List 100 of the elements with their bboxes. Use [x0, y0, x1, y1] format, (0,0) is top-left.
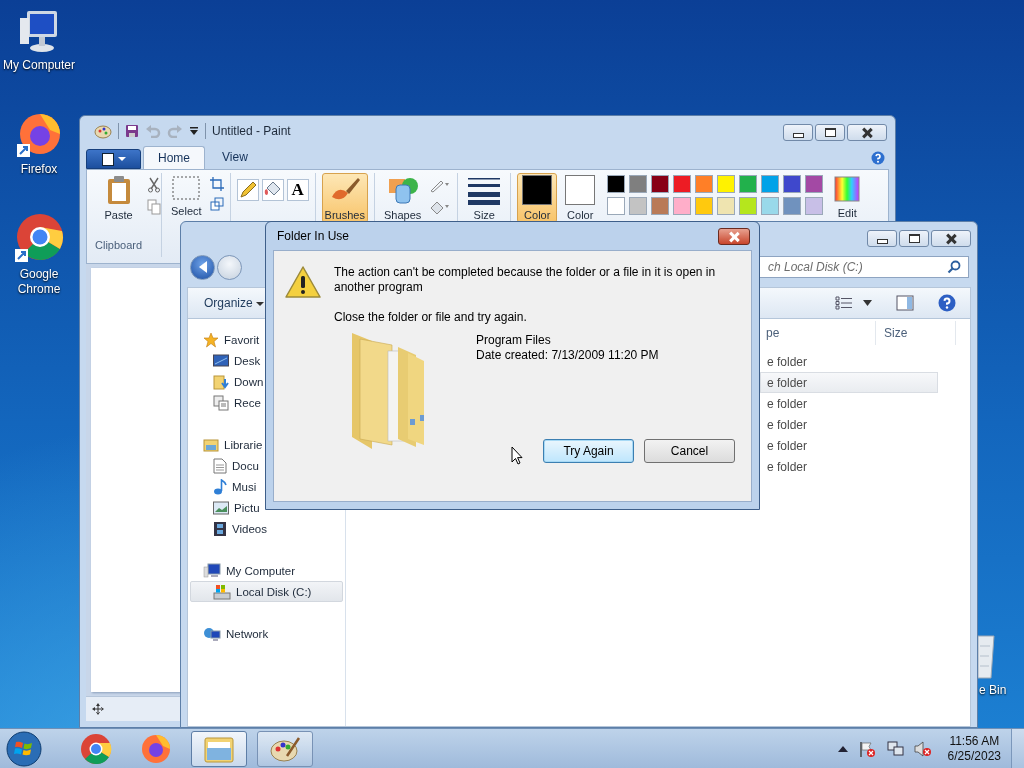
color-swatch[interactable]: [629, 197, 648, 215]
resize-icon[interactable]: [209, 197, 224, 211]
color-swatch[interactable]: [783, 175, 802, 193]
scissors-icon[interactable]: [147, 177, 162, 193]
file-row[interactable]: e folder: [760, 351, 938, 372]
computer-icon: [203, 562, 221, 579]
show-desktop-button[interactable]: [1011, 728, 1024, 768]
color-spectrum-icon: [833, 175, 862, 203]
view-list-icon[interactable]: [835, 296, 853, 310]
color-swatch[interactable]: [761, 197, 780, 215]
color-swatch[interactable]: [717, 197, 736, 215]
dialog-message: The action can't be completed because the folder or a file in it is open in another program: [334, 265, 717, 295]
color-swatch[interactable]: [783, 197, 802, 215]
help-icon[interactable]: [871, 150, 885, 165]
volume-muted-icon[interactable]: [913, 739, 932, 758]
download-folder-icon: [213, 373, 229, 390]
clipboard-icon: [105, 175, 132, 205]
maximize-button[interactable]: [899, 230, 929, 247]
color-swatch[interactable]: [629, 175, 648, 193]
size-button[interactable]: Size: [464, 173, 505, 223]
close-button[interactable]: [718, 228, 750, 245]
desktop-icon-label[interactable]: e Bin: [979, 683, 1007, 697]
start-button[interactable]: [5, 729, 43, 768]
taskbar-button[interactable]: [191, 730, 247, 767]
nav-item[interactable]: Videos: [190, 518, 343, 539]
color-swatch[interactable]: [607, 175, 626, 193]
color-swatch[interactable]: [651, 175, 670, 193]
color-swatch[interactable]: [805, 175, 824, 193]
chrome-icon[interactable]: [14, 213, 64, 263]
fill-bucket-icon[interactable]: [261, 179, 284, 201]
folder-name: Program Files: [476, 333, 552, 348]
color-swatch[interactable]: [673, 197, 692, 215]
caret-icon[interactable]: [863, 300, 872, 306]
network-icon[interactable]: [885, 739, 904, 758]
window-title: Untitled - Paint: [212, 124, 291, 138]
firefox-icon: [140, 732, 172, 765]
recycle-bin-icon[interactable]: [978, 632, 996, 680]
edit-colors-button[interactable]: Edit: [830, 173, 865, 221]
color-swatch[interactable]: [739, 175, 758, 193]
dialog-button[interactable]: Cancel: [644, 439, 735, 463]
file-row[interactable]: e folder: [760, 435, 938, 456]
clock-date[interactable]: 6/25/2023: [947, 748, 1001, 764]
action-center-flag-icon[interactable]: [857, 739, 876, 758]
select-button[interactable]: Select: [168, 173, 205, 219]
palette-icon[interactable]: [94, 123, 112, 139]
color-swatch[interactable]: [805, 197, 824, 215]
clock-time[interactable]: 11:56 AM: [949, 733, 1000, 749]
maximize-button[interactable]: [815, 124, 845, 141]
color-button[interactable]: Color: [517, 173, 558, 223]
show-hidden-icons-button[interactable]: [837, 744, 848, 753]
file-menu-button[interactable]: [86, 149, 141, 169]
file-row[interactable]: e folder: [760, 456, 938, 477]
color-swatch[interactable]: [673, 175, 692, 193]
text-tool-button[interactable]: A: [286, 179, 309, 201]
color-swatch[interactable]: [695, 175, 714, 193]
file-row[interactable]: e folder: [760, 372, 938, 393]
taskbar-button[interactable]: [257, 730, 313, 767]
brushes-button[interactable]: Brushes: [321, 173, 368, 223]
file-row[interactable]: e folder: [760, 414, 938, 435]
desktop-icon-label[interactable]: Firefox: [0, 162, 78, 177]
desktop-icon-label[interactable]: Google Chrome: [0, 267, 78, 297]
paste-button[interactable]: Paste: [101, 173, 136, 223]
file-row[interactable]: e folder: [760, 393, 938, 414]
help-icon[interactable]: [938, 294, 956, 312]
column-header[interactable]: Size: [876, 321, 956, 345]
document-icon: [213, 457, 227, 474]
search-icon[interactable]: [947, 260, 961, 274]
minimize-button[interactable]: [783, 124, 813, 141]
color-swatch[interactable]: [651, 197, 670, 215]
group-label: Clipboard: [95, 239, 143, 251]
color-swatch[interactable]: [695, 197, 714, 215]
crop-icon[interactable]: [209, 177, 224, 191]
color-swatch[interactable]: [739, 197, 758, 215]
back-button[interactable]: [190, 254, 215, 280]
color-swatch[interactable]: [607, 197, 626, 215]
nav-item[interactable]: My Computer: [190, 560, 343, 581]
desktop-icon: [213, 353, 229, 368]
dialog-button[interactable]: Try Again: [543, 439, 634, 463]
desktop-icon-label[interactable]: My Computer: [0, 58, 78, 73]
color-swatch[interactable]: [717, 175, 736, 193]
folder-date: Date created: 7/13/2009 11:20 PM: [476, 348, 659, 363]
color-swatch[interactable]: [761, 175, 780, 193]
preview-pane-icon[interactable]: [896, 295, 914, 311]
nav-item[interactable]: Local Disk (C:): [190, 581, 343, 602]
color-button[interactable]: Color: [560, 173, 601, 223]
ribbon-tab[interactable]: Home: [143, 146, 205, 170]
line-width-icon: [467, 175, 502, 205]
column-header[interactable]: pe: [766, 321, 876, 345]
save-icon[interactable]: [125, 124, 139, 138]
chrome-icon: [80, 732, 112, 765]
fill-icon[interactable]: [429, 199, 452, 215]
pencil-icon[interactable]: [236, 179, 259, 201]
dialog-title: Folder In Use: [276, 229, 350, 243]
close-button[interactable]: [931, 230, 971, 247]
nav-item[interactable]: Network: [190, 623, 343, 644]
ribbon-tab[interactable]: View: [207, 145, 263, 169]
forward-button[interactable]: [217, 254, 242, 280]
minimize-button[interactable]: [867, 230, 897, 247]
close-button[interactable]: [847, 124, 887, 141]
caret-icon[interactable]: [189, 126, 199, 136]
